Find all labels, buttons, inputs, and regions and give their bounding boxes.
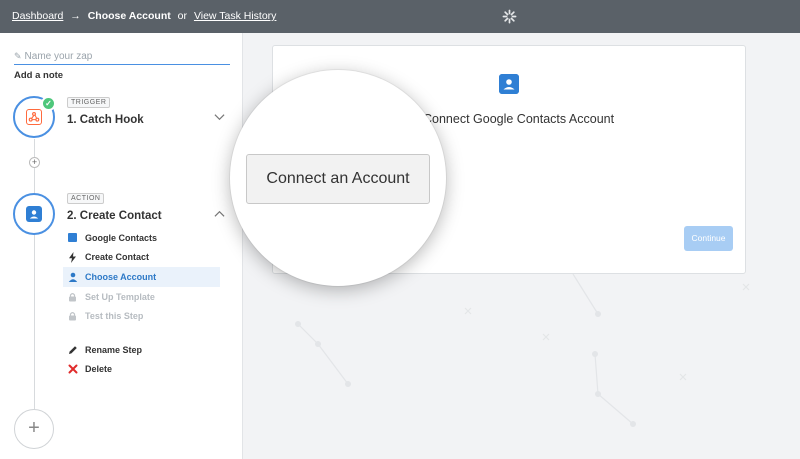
delete-label: Delete <box>85 364 113 375</box>
breadcrumb-arrow: → <box>70 10 81 22</box>
substep-test-this-step: Test this Step <box>63 306 220 326</box>
breadcrumb-current: Choose Account <box>87 10 171 22</box>
zapier-asterisk-icon[interactable] <box>502 9 517 24</box>
lock-icon <box>67 311 78 322</box>
substep-label: Google Contacts <box>85 232 158 243</box>
google-contacts-icon <box>499 74 519 94</box>
sidebar: ✎ Name your zap Add a note ✓ TRIGGER 1. C… <box>0 33 243 459</box>
check-icon: ✓ <box>41 96 56 111</box>
trigger-step-title[interactable]: 1. Catch Hook <box>67 114 144 126</box>
add-step-small-button[interactable]: + <box>29 157 40 168</box>
substep-label: Choose Account <box>85 271 157 282</box>
action-tag: ACTION <box>67 193 105 204</box>
substep-choose-account[interactable]: Choose Account <box>63 267 220 287</box>
add-note-link[interactable]: Add a note <box>14 70 63 81</box>
google-contacts-icon <box>26 206 42 222</box>
step-actions: Rename Step Delete <box>63 340 220 379</box>
substep-google-contacts[interactable]: Google Contacts <box>63 228 220 248</box>
person-icon <box>67 271 78 282</box>
zap-name-placeholder: Name your zap <box>24 51 93 62</box>
timeline-line <box>34 233 35 409</box>
magnifier-lens: Connect an Account <box>230 70 446 286</box>
continue-button[interactable]: Continue <box>684 226 733 251</box>
bolt-icon <box>67 251 78 263</box>
action-step-circle[interactable] <box>13 193 55 235</box>
connect-an-account-button[interactable]: Connect an Account <box>246 154 430 204</box>
trigger-tag: TRIGGER <box>67 97 111 108</box>
lock-icon <box>67 291 78 302</box>
substep-label: Test this Step <box>85 311 144 322</box>
breadcrumb-or: or <box>177 10 188 22</box>
top-bar: Dashboard → Choose Account or View Task … <box>0 0 800 33</box>
pencil-icon: ✎ <box>14 51 22 61</box>
background-pattern <box>295 274 750 427</box>
breadcrumb-dashboard-link[interactable]: Dashboard <box>12 10 63 22</box>
substep-label: Set Up Template <box>85 291 155 302</box>
substep-set-up-template: Set Up Template <box>63 287 220 307</box>
zap-name-input[interactable]: ✎ Name your zap <box>14 51 230 65</box>
substep-create-contact[interactable]: Create Contact <box>63 248 220 268</box>
substep-list: Google Contacts Create Contact Choose Ac… <box>63 228 220 326</box>
rename-step-button[interactable]: Rename Step <box>63 340 220 360</box>
substep-label: Create Contact <box>85 252 150 263</box>
card-title: Connect Google Contacts Account <box>423 112 615 126</box>
chevron-down-icon[interactable] <box>214 113 225 121</box>
add-step-button[interactable]: + <box>14 409 54 449</box>
webhook-icon <box>26 109 42 125</box>
delete-step-button[interactable]: Delete <box>63 360 220 380</box>
delete-x-icon <box>67 364 78 375</box>
action-step-title[interactable]: 2. Create Contact <box>67 210 162 222</box>
google-contacts-icon <box>67 232 78 243</box>
view-task-history-link[interactable]: View Task History <box>194 10 276 22</box>
chevron-up-icon[interactable] <box>214 210 225 218</box>
timeline-line <box>34 139 35 197</box>
rename-step-label: Rename Step <box>85 344 143 355</box>
pencil-icon <box>67 344 78 355</box>
breadcrumb: Dashboard → Choose Account or View Task … <box>12 10 276 22</box>
